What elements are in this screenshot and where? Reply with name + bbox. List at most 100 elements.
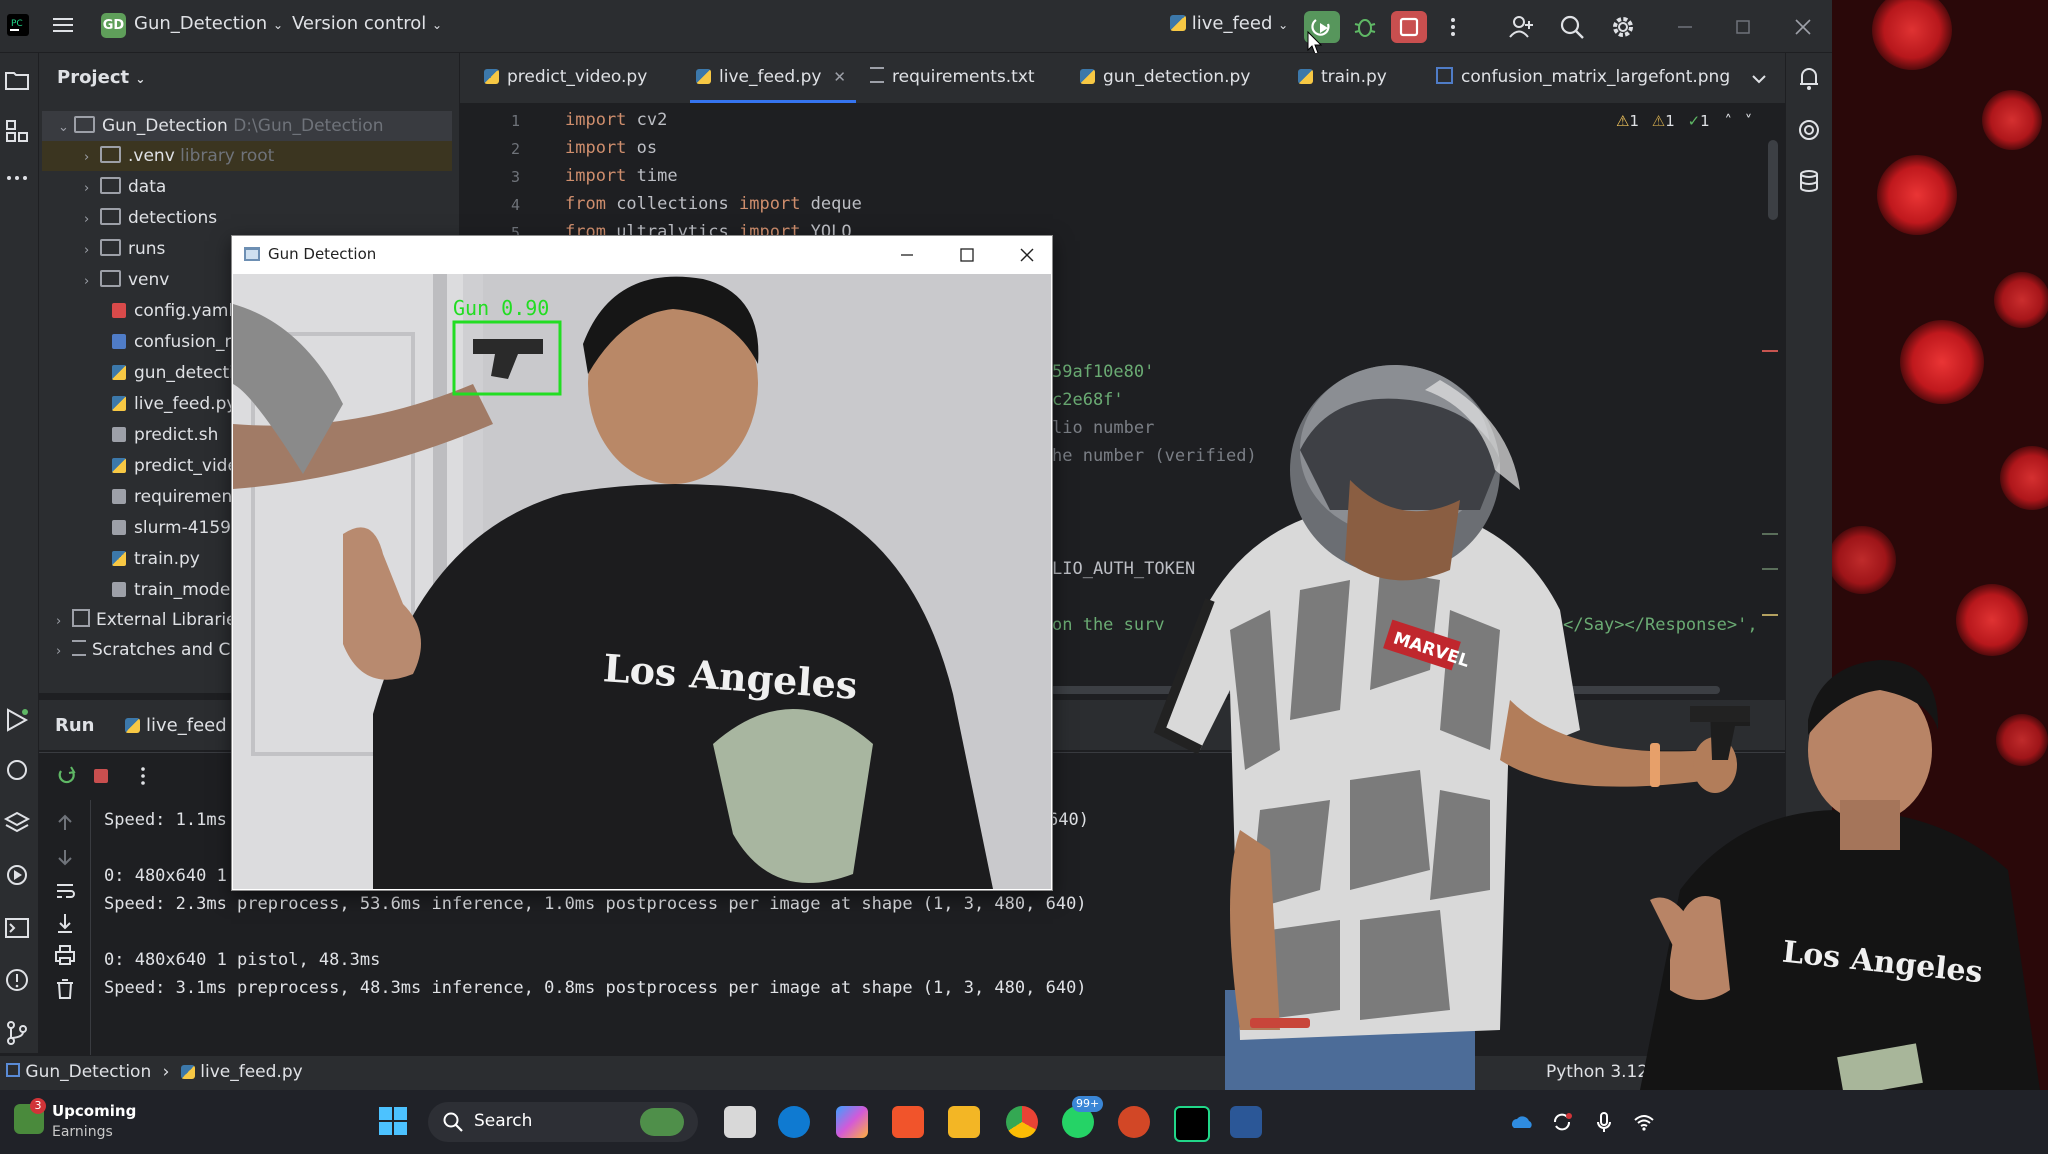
settings-gear-icon[interactable] — [1608, 12, 1638, 42]
editor-scrollbar[interactable] — [1768, 140, 1778, 220]
widget-title[interactable]: Upcoming — [52, 1102, 136, 1120]
editor-tab[interactable]: predict_video.py — [484, 67, 647, 87]
tabs-dropdown-icon[interactable] — [1744, 64, 1774, 94]
main-menu-icon[interactable] — [50, 12, 80, 42]
edge-browser-icon[interactable] — [778, 1106, 810, 1138]
wifi-icon[interactable] — [1632, 1110, 1656, 1134]
tree-root-row[interactable]: ⌄ Gun_Detection D:\Gun_Detection — [42, 111, 452, 141]
brave-browser-icon[interactable] — [892, 1106, 924, 1138]
editor-tab[interactable]: live_feed.py ✕ — [696, 67, 846, 87]
tree-item[interactable]: › runs — [42, 234, 165, 264]
library-icon — [72, 609, 90, 627]
scroll-to-end-icon[interactable] — [50, 908, 80, 938]
word-icon[interactable] — [1230, 1106, 1262, 1138]
database-icon[interactable] — [1794, 166, 1824, 196]
services-icon[interactable] — [2, 860, 32, 890]
problems-icon[interactable] — [2, 965, 32, 995]
search-placeholder: Search — [474, 1111, 533, 1131]
editor-tab[interactable]: confusion_matrix_largefont.png — [1436, 67, 1730, 87]
project-selector[interactable]: Gun_Detection ⌄ — [134, 13, 283, 34]
close-icon[interactable] — [1788, 12, 1818, 42]
close-tab-icon[interactable]: ✕ — [833, 68, 846, 86]
project-panel-title[interactable]: Project ⌄ — [57, 67, 145, 88]
run-config-selector[interactable]: live_feed ⌄ — [1170, 13, 1288, 34]
print-icon[interactable] — [50, 940, 80, 970]
version-control-menu[interactable]: Version control ⌄ — [292, 13, 442, 34]
maximize-icon[interactable] — [952, 240, 982, 270]
editor-tab[interactable]: train.py — [1298, 67, 1387, 87]
tree-item[interactable]: › data — [42, 172, 166, 202]
layers-icon[interactable] — [2, 808, 32, 838]
file-explorer-icon[interactable] — [948, 1106, 980, 1138]
git-branch-icon[interactable] — [2, 1018, 32, 1048]
scratches-row[interactable]: › Scratches and C — [42, 635, 230, 665]
tree-item[interactable]: › .venv library root — [42, 141, 452, 171]
tab-label: gun_detection.py — [1103, 67, 1251, 87]
tree-item[interactable]: live_feed.py — [42, 389, 236, 419]
tree-item[interactable]: predict_vide — [42, 451, 238, 481]
more-options-icon[interactable] — [128, 761, 158, 791]
minimize-icon[interactable] — [892, 240, 922, 270]
tree-item-label: detections — [128, 208, 218, 228]
editor-tab[interactable]: requirements.txt — [870, 67, 1035, 87]
stop-icon[interactable] — [86, 761, 116, 791]
copilot-icon[interactable] — [836, 1106, 868, 1138]
terminal-icon[interactable] — [2, 913, 32, 943]
breadcrumb-project[interactable]: Gun_Detection — [25, 1062, 151, 1082]
project-name: Gun_Detection — [134, 13, 268, 34]
tree-item[interactable]: › detections — [42, 203, 217, 233]
run-tab-title[interactable]: Run — [55, 715, 95, 736]
notifications-bell-icon[interactable] — [1794, 63, 1824, 93]
debug-bug-icon[interactable] — [1350, 12, 1380, 42]
text-file-icon — [870, 67, 884, 83]
minimize-icon[interactable] — [1670, 12, 1700, 42]
taskbar-search-box[interactable]: Search — [428, 1102, 698, 1142]
stop-button[interactable] — [1391, 11, 1427, 43]
more-tools-icon[interactable] — [2, 163, 32, 193]
project-folder-icon[interactable] — [2, 65, 32, 95]
tree-item[interactable]: slurm-41596 — [42, 513, 242, 543]
onedrive-cloud-icon[interactable] — [1510, 1110, 1534, 1134]
search-icon[interactable] — [1557, 12, 1587, 42]
divider — [90, 800, 91, 1055]
breadcrumb-file[interactable]: live_feed.py — [200, 1062, 302, 1082]
close-icon[interactable] — [1012, 240, 1042, 270]
windows-start-icon[interactable] — [378, 1106, 408, 1136]
sync-icon[interactable] — [1550, 1110, 1574, 1134]
tree-item[interactable]: predict.sh — [42, 420, 218, 450]
tree-item[interactable]: train.py — [42, 544, 200, 574]
scroll-up-arrow-icon[interactable] — [50, 808, 80, 838]
run-tool-icon[interactable] — [2, 705, 32, 735]
inspection-widget[interactable]: ⚠1 ⚠1 ✓1 ˄ ˅ — [1616, 112, 1752, 130]
breadcrumb[interactable]: Gun_Detection › live_feed.py — [6, 1062, 303, 1082]
python-console-icon[interactable] — [2, 755, 32, 785]
ai-assistant-icon[interactable] — [1794, 115, 1824, 145]
structure-icon[interactable] — [2, 116, 32, 146]
chrome-icon[interactable] — [1006, 1106, 1038, 1138]
task-view-icon[interactable] — [724, 1106, 756, 1138]
tree-item[interactable]: config.yaml — [42, 296, 233, 326]
run-config-tab[interactable]: live_feed — [125, 715, 227, 736]
more-actions-icon[interactable] — [1438, 12, 1468, 42]
detection-window-titlebar[interactable]: Gun Detection — [232, 236, 1052, 274]
gun-detection-window[interactable]: Gun Detection Gun 0.90 Los Angeles — [231, 235, 1053, 891]
pycharm-logo-icon[interactable]: PC — [6, 13, 30, 37]
microphone-icon[interactable] — [1592, 1110, 1616, 1134]
soft-wrap-icon[interactable] — [50, 876, 80, 906]
pycharm-icon[interactable] — [1174, 1106, 1210, 1142]
tree-item[interactable]: train_model. — [42, 575, 240, 605]
powerpoint-icon[interactable] — [1118, 1106, 1150, 1138]
folder-icon — [100, 177, 121, 194]
rerun-icon[interactable] — [52, 761, 82, 791]
tree-item[interactable]: requirements — [42, 482, 248, 512]
editor-tab[interactable]: gun_detection.py — [1080, 67, 1250, 87]
add-user-icon[interactable] — [1506, 12, 1536, 42]
trash-icon[interactable] — [50, 974, 80, 1004]
tree-item[interactable]: › venv — [42, 265, 169, 295]
chevron-down-icon: ⌄ — [1278, 18, 1289, 32]
external-libraries-row[interactable]: › External Librarie — [42, 605, 237, 635]
tree-item[interactable]: confusion_m — [42, 327, 241, 357]
scroll-down-arrow-icon[interactable] — [50, 842, 80, 872]
maximize-icon[interactable] — [1728, 12, 1758, 42]
tree-item[interactable]: gun_detectio — [42, 358, 244, 388]
